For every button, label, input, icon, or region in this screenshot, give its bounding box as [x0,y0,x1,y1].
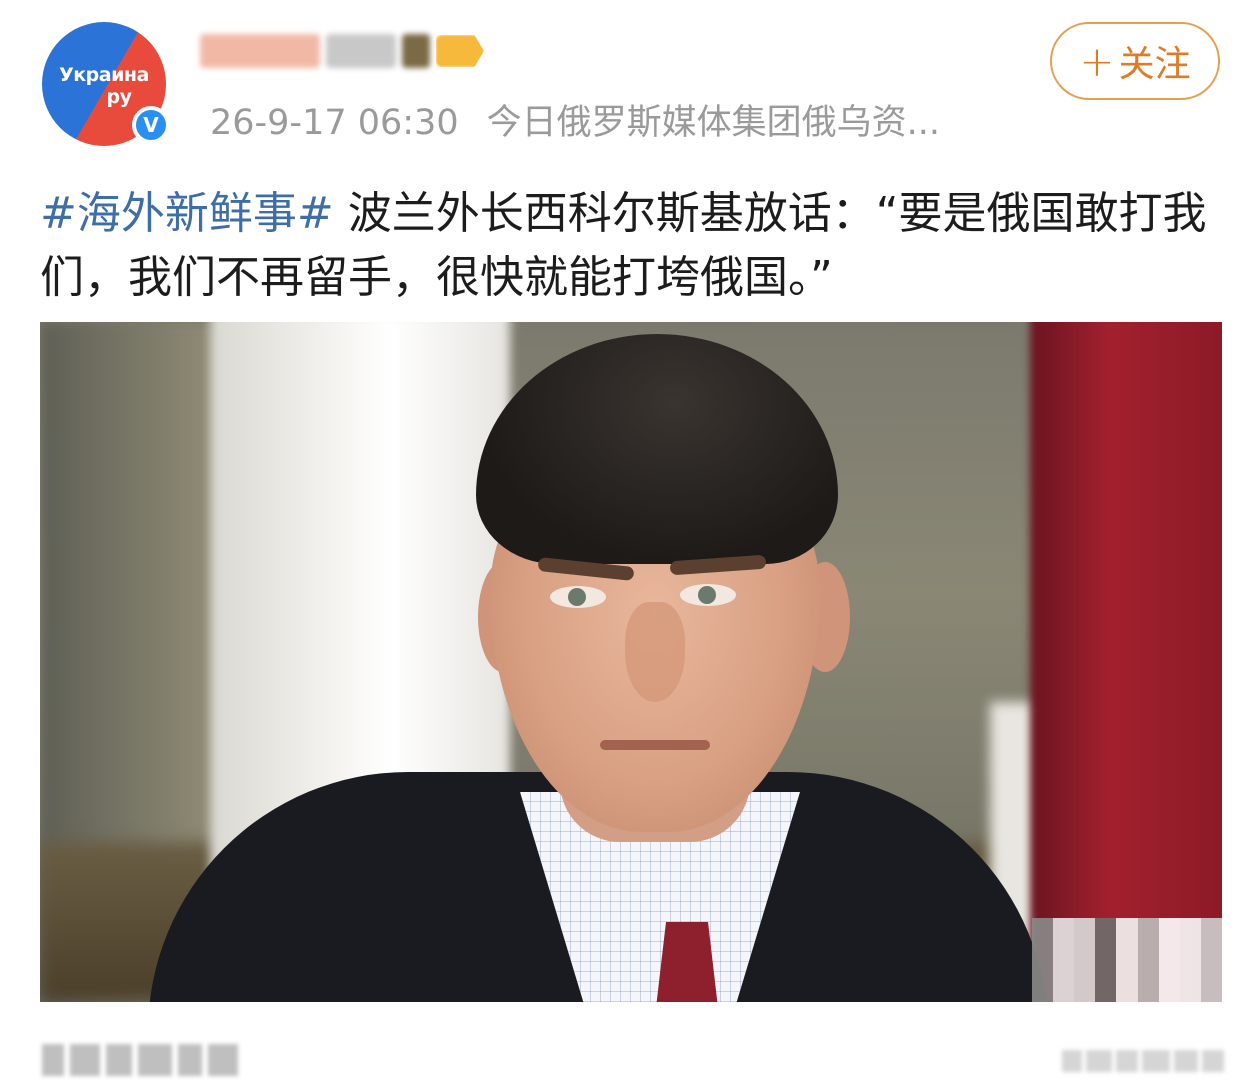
mosaic-cell [1053,918,1075,946]
mosaic-cell [1200,974,1222,1002]
mosaic-cell [1116,918,1138,946]
redacted-block [326,34,396,68]
mosaic-cell [1095,918,1117,946]
nose-shape [625,602,685,702]
mosaic-cell [1179,946,1201,974]
redacted-block [208,1044,238,1076]
redacted-block [1142,1050,1170,1072]
avatar-logo-line1: Украина [59,64,149,86]
mosaic-cell [1179,918,1201,946]
mosaic-cell [1158,918,1180,946]
redacted-block [1116,1050,1138,1072]
mosaic-cell [1200,918,1222,946]
redacted-block [200,34,320,68]
post-body: #海外新鲜事# 波兰外长西科尔斯基放话：“要是俄国敢打我们，我们不再留手，很快就… [40,182,1230,310]
footer-redacted-right [1062,1046,1242,1076]
eye-shape [550,586,606,608]
follow-button[interactable]: + 关注 [1050,22,1220,100]
mosaic-cell [1074,946,1096,974]
redacted-block [70,1044,100,1076]
redacted-block [1062,1050,1082,1072]
eye-shape [680,584,736,606]
redacted-block [42,1044,64,1076]
red-flag-shape [1030,322,1222,1002]
hair-shape [476,334,838,564]
mosaic-cell [1137,974,1159,1002]
watermark-redacted [1032,918,1222,1002]
mosaic-cell [1074,918,1096,946]
post-timestamp: 26-9-17 06:30 [210,103,459,143]
redacted-block [1174,1050,1198,1072]
mosaic-cell [1032,974,1054,1002]
mosaic-cell [1032,918,1054,946]
redacted-block [1202,1050,1224,1072]
mosaic-cell [1095,946,1117,974]
mosaic-cell [1095,974,1117,1002]
mosaic-cell [1116,946,1138,974]
post-image[interactable] [40,322,1222,1002]
mosaic-cell [1137,918,1159,946]
weibo-post: Украина ру V 26-9-17 06:30 今日俄罗斯媒体集团俄乌资..… [0,0,1260,1090]
mouth-shape [600,740,710,750]
mosaic-cell [1032,946,1054,974]
mosaic-cell [1158,946,1180,974]
avatar-logo: Украина ру [48,64,160,108]
mosaic-cell [1200,946,1222,974]
post-source[interactable]: 今日俄罗斯媒体集团俄乌资... [487,103,940,143]
verified-badge-icon: V [132,106,170,144]
post-meta: 26-9-17 06:30 今日俄罗斯媒体集团俄乌资... [210,100,940,146]
mosaic-cell [1053,974,1075,1002]
vip-badge-icon [436,35,484,67]
hashtag-link[interactable]: #海外新鲜事# [40,188,334,239]
mosaic-cell [1179,974,1201,1002]
redacted-block [106,1044,132,1076]
redacted-block [1086,1050,1112,1072]
redacted-block [138,1044,172,1076]
mosaic-cell [1116,974,1138,1002]
mosaic-cell [1158,974,1180,1002]
plus-icon: + [1079,36,1115,86]
mosaic-cell [1074,974,1096,1002]
footer-redacted-left [42,1042,252,1078]
mosaic-cell [1053,946,1075,974]
redacted-block [178,1044,202,1076]
follow-label: 关注 [1118,44,1191,85]
avatar-logo-line2: ру [106,86,133,108]
redacted-block [402,34,430,68]
mosaic-cell [1137,946,1159,974]
author-name-redacted[interactable] [200,30,490,72]
